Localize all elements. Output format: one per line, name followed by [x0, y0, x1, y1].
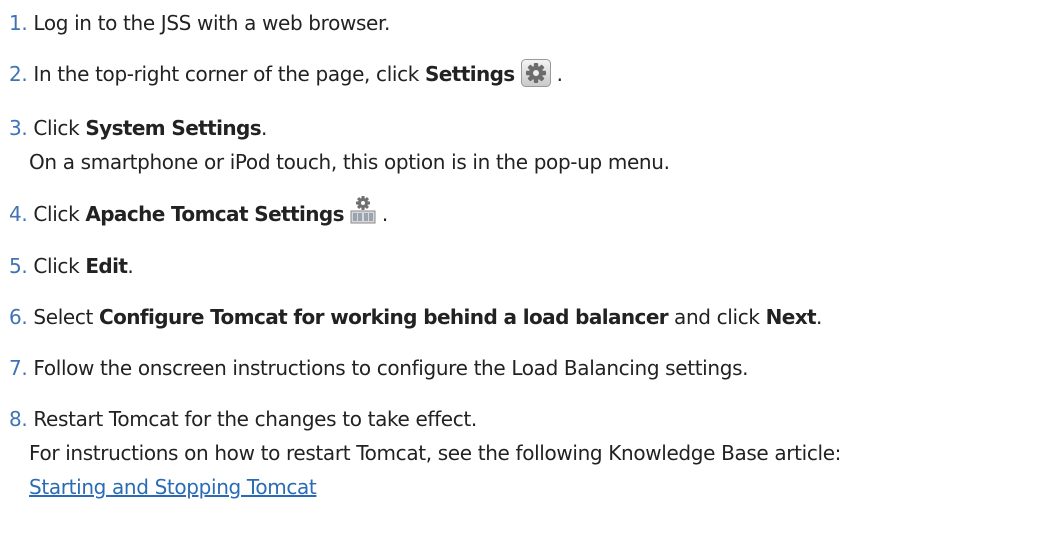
gear-icon: [520, 59, 551, 97]
step-punct: .: [375, 202, 388, 226]
step-note: For instructions on how to restart Tomca…: [29, 441, 842, 465]
step-1: 1. Log in to the JSS with a web browser.: [9, 6, 390, 40]
step-text: Click: [33, 254, 86, 278]
step-number: 6.: [9, 305, 28, 329]
step-text: Select: [33, 305, 100, 329]
configure-tomcat-option-label: Configure Tomcat for working behind a lo…: [99, 305, 669, 329]
step-punct: .: [127, 254, 134, 278]
step-note: On a smartphone or iPod touch, this opti…: [29, 150, 670, 174]
step-number: 5.: [9, 254, 28, 278]
step-number: 4.: [9, 202, 28, 226]
starting-stopping-tomcat-link[interactable]: Starting and Stopping Tomcat: [29, 475, 317, 499]
step-text-mid: and click: [668, 305, 766, 329]
step-punct: .: [815, 305, 822, 329]
step-number: 7.: [9, 356, 28, 380]
system-settings-label: System Settings: [85, 116, 262, 140]
step-number: 3.: [9, 116, 28, 140]
settings-label: Settings: [425, 62, 515, 86]
step-8: 8. Restart Tomcat for the changes to tak…: [9, 402, 841, 504]
step-punct: .: [261, 116, 268, 140]
step-number: 2.: [9, 62, 28, 86]
step-text: Click: [33, 116, 86, 140]
tomcat-server-icon: [350, 195, 376, 235]
step-text: Follow the onscreen instructions to conf…: [33, 356, 749, 380]
edit-label: Edit: [85, 254, 128, 278]
next-label: Next: [765, 305, 817, 329]
step-text: Log in to the JSS with a web browser.: [33, 11, 391, 35]
step-text: Click: [33, 202, 86, 226]
step-text: Restart Tomcat for the changes to take e…: [33, 407, 477, 431]
step-5: 5. Click Edit.: [9, 249, 134, 283]
step-3: 3. Click System Settings. On a smartphon…: [9, 111, 670, 179]
step-number: 8.: [9, 407, 28, 431]
step-6: 6. Select Configure Tomcat for working b…: [9, 300, 822, 334]
step-text: In the top-right corner of the page, cli…: [33, 62, 425, 86]
apache-tomcat-settings-label: Apache Tomcat Settings: [85, 202, 344, 226]
step-2: 2. In the top-right corner of the page, …: [9, 57, 563, 97]
step-punct: .: [550, 62, 563, 86]
step-4: 4. Click Apache Tomcat Settings .: [9, 195, 388, 235]
step-7: 7. Follow the onscreen instructions to c…: [9, 351, 749, 385]
step-number: 1.: [9, 11, 28, 35]
